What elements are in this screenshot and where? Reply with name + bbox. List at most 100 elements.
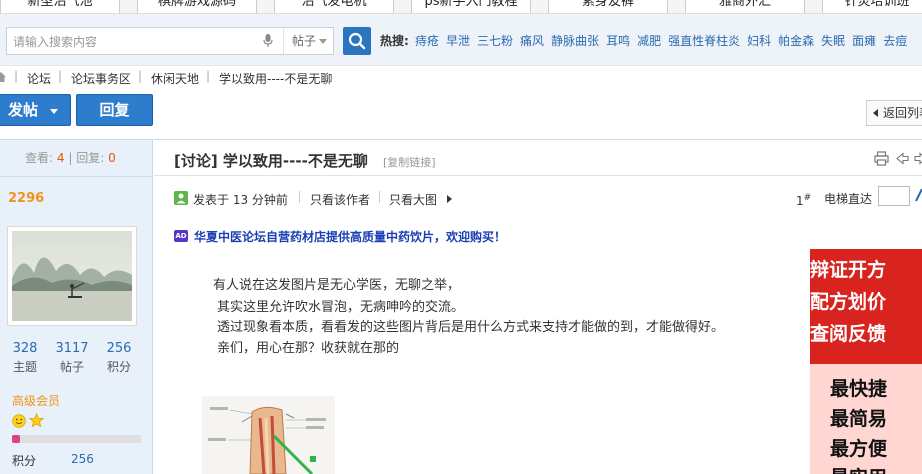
replies-count: 0	[108, 151, 116, 165]
ad-link[interactable]: 新型沼气池	[0, 0, 120, 13]
hot-search-term[interactable]: 早泄	[446, 34, 470, 48]
star-icon	[29, 413, 44, 428]
user-stat-value: 328	[12, 341, 38, 356]
hot-search-term[interactable]: 痔疮	[415, 34, 439, 48]
hot-search-term[interactable]: 去痘	[883, 34, 907, 48]
post-body-line: 有人说在这发图片是无心学医，无聊之举，	[213, 278, 461, 293]
reply-button[interactable]: 回复	[76, 94, 153, 126]
author-sidebar: 查看: 4 | 回复: 0 2296 328 主题 3117 帖子 256 积分…	[0, 139, 153, 474]
ad-text: 最方便	[830, 438, 888, 460]
post-body-line: 亲们，用心在那？收获就在那的	[217, 341, 400, 356]
previous-thread-icon[interactable]	[896, 152, 909, 165]
hot-search-term[interactable]: 痛风	[520, 34, 544, 48]
hot-search-term[interactable]: 三七粉	[477, 34, 513, 48]
back-to-list-button[interactable]: 返回列表	[866, 100, 922, 126]
ad-text: 最简易	[830, 408, 888, 430]
smile-icon	[12, 414, 26, 428]
search-bar: 请输入搜索内容 帖子 热搜: 痔疮 早泄 三七粉 痛风 静脉曲张 耳鸣 减肥 强直性脊柱炎 妇科…	[0, 14, 922, 66]
meta-divider	[379, 191, 380, 203]
breadcrumb-item[interactable]: 休闲天地	[151, 70, 199, 87]
floor-number-value: 1	[796, 194, 804, 208]
go-arrow-icon[interactable]	[914, 188, 922, 202]
replies-label: 回复:	[76, 151, 105, 165]
post-header: [讨论] 学以致用----不是无聊 [复制链接]	[154, 139, 922, 176]
floor-number[interactable]: 1#	[796, 193, 811, 208]
breadcrumb-current: 学以致用----不是无聊	[219, 72, 333, 86]
avatar[interactable]	[7, 226, 137, 326]
breadcrumb: | 论坛 | 论坛事务区 | 休闲天地 | 学以致用----不是无聊	[0, 66, 922, 90]
hot-search-label: 热搜:	[380, 34, 409, 48]
user-stat-label: 主题	[12, 360, 37, 374]
hot-search-term[interactable]: 静脉曲张	[551, 34, 599, 48]
breadcrumb-item[interactable]: 论坛	[27, 70, 51, 87]
floor-jump-label: 电梯直达	[824, 192, 873, 206]
ad-link[interactable]: 素身友裤	[548, 0, 668, 13]
search-icon	[348, 32, 366, 50]
next-thread-icon[interactable]	[914, 152, 922, 165]
post-meta: 发表于 13 分钟前 只看该作者 只看大图 1# 电梯直达	[154, 186, 922, 212]
hot-search-term[interactable]: 失眠	[821, 34, 845, 48]
ad-strip: 新型沼气池 棋牌游戏源码 沼气发电机 ps新手入门教程 素身友裤 雅商外汇 针灸…	[0, 0, 922, 14]
ad-link[interactable]: 雅商外汇	[685, 0, 805, 13]
only-author-link[interactable]: 只看该作者	[310, 191, 370, 208]
page-title: [讨论] 学以致用----不是无聊	[174, 152, 368, 170]
new-post-button[interactable]: 发帖	[0, 94, 71, 126]
author-online-icon	[174, 191, 188, 205]
search-input[interactable]: 请输入搜索内容	[13, 33, 97, 50]
ad-text: 配方划价	[810, 291, 887, 313]
hot-search-term[interactable]: 耳鸣	[606, 34, 630, 48]
breadcrumb-separator: |	[14, 69, 19, 83]
caret-right-icon	[447, 195, 452, 203]
chevron-down-icon	[50, 109, 58, 114]
breadcrumb-separator: |	[138, 69, 143, 83]
post-image[interactable]	[202, 396, 335, 474]
search-button[interactable]	[343, 27, 371, 55]
breadcrumb-separator: |	[58, 69, 63, 83]
views-count: 4	[56, 151, 65, 165]
ad-badge-icon: AD	[174, 230, 188, 242]
user-stat-threads[interactable]: 328 主题	[5, 340, 45, 376]
chevron-down-icon	[319, 39, 327, 44]
copy-link-button[interactable]: [复制链接]	[383, 154, 436, 170]
ad-link[interactable]: 沼气发电机	[274, 0, 394, 13]
user-stat-posts[interactable]: 3117 帖子	[52, 340, 92, 376]
user-stat-points[interactable]: 256 积分	[99, 340, 139, 376]
user-rank[interactable]: 高级会员	[12, 392, 60, 409]
breadcrumb-item[interactable]: 论坛事务区	[71, 70, 131, 87]
new-post-label: 发帖	[8, 101, 39, 119]
hot-search-term[interactable]: 妇科	[747, 34, 771, 48]
ad-text: 最快捷	[830, 378, 888, 400]
ad-text: 辩证开方	[810, 259, 887, 281]
promo-link[interactable]: 华夏中医论坛自营药材店提供高质量中药饮片，欢迎购买！	[194, 228, 506, 245]
author-name[interactable]: 2296	[8, 191, 44, 206]
floor-mark: #	[803, 193, 812, 203]
post-body-line: 其实这里允许吹水冒泡，无病呻吟的交流。	[217, 300, 465, 315]
ad-link[interactable]: 针灸培训班	[822, 0, 922, 13]
home-icon[interactable]	[0, 72, 6, 82]
hot-search-term[interactable]: 强直性脊柱炎	[668, 34, 740, 48]
ad-link[interactable]: 棋牌游戏源码	[137, 0, 257, 13]
avatar-image	[12, 231, 132, 321]
anatomy-illustration	[202, 396, 335, 474]
hot-search-term[interactable]: 减肥	[637, 34, 661, 48]
back-to-list-label: 返回列表	[883, 106, 922, 120]
level-progress-bar	[12, 435, 141, 443]
points-value[interactable]: 256	[71, 452, 94, 466]
thread-stats: 查看: 4 | 回复: 0	[0, 140, 153, 177]
hot-search-term[interactable]: 帕金森	[778, 34, 814, 48]
hot-search-term[interactable]: 面瘫	[852, 34, 876, 48]
ad-link[interactable]: ps新手入门教程	[411, 0, 531, 13]
print-icon[interactable]	[874, 151, 889, 166]
big-image-link[interactable]: 只看大图	[389, 191, 437, 208]
floor-jump-input[interactable]	[878, 186, 910, 206]
search-scope-select[interactable]: 帖子	[283, 28, 335, 54]
breadcrumb-separator: |	[206, 69, 211, 83]
meta-divider	[299, 191, 300, 203]
user-stat-label: 帖子	[59, 360, 84, 374]
hot-search-list: 痔疮 早泄 三七粉 痛风 静脉曲张 耳鸣 减肥 强直性脊柱炎 妇科 帕金森 失眠 面瘫 去痘	[415, 32, 914, 49]
side-advertisement[interactable]: 辩证开方 配方划价 查阅反馈 最快捷 最简易 最方便 最实用	[810, 249, 922, 474]
search-box: 请输入搜索内容 帖子	[6, 27, 334, 55]
microphone-icon[interactable]	[263, 34, 273, 48]
post-time: 发表于 13 分钟前	[193, 193, 288, 207]
level-progress-fill	[12, 435, 20, 443]
